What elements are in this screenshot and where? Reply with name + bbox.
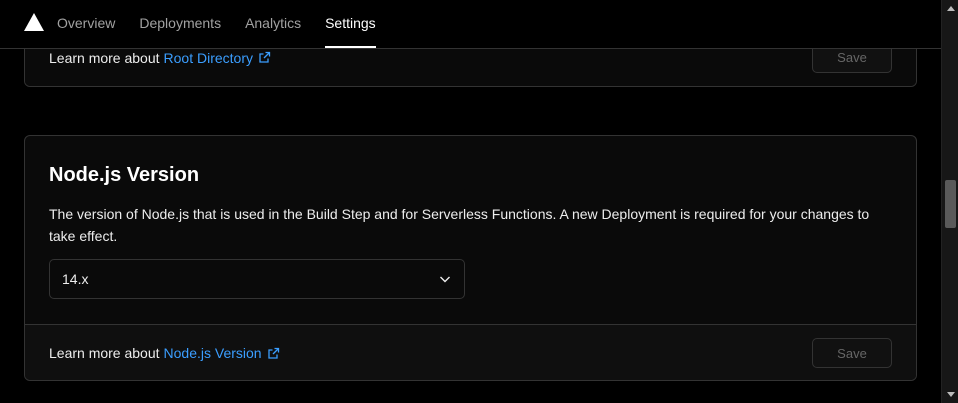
top-nav: Overview Deployments Analytics Settings xyxy=(0,0,941,49)
nav-tabs: Overview Deployments Analytics Settings xyxy=(45,0,388,48)
chevron-down-icon xyxy=(438,272,452,286)
node-version-link-label: Node.js Version xyxy=(163,345,262,361)
tab-overview[interactable]: Overview xyxy=(45,0,127,48)
scroll-down-arrow-icon[interactable] xyxy=(942,386,958,403)
learn-more-prefix: Learn more about xyxy=(49,49,160,66)
tab-settings[interactable]: Settings xyxy=(313,0,388,48)
triangle-logo-icon[interactable] xyxy=(24,13,44,31)
learn-more-text: Learn more about Node.js Version xyxy=(49,345,280,361)
node-version-title: Node.js Version xyxy=(49,164,200,186)
vertical-scrollbar[interactable] xyxy=(941,0,958,403)
external-link-icon xyxy=(258,51,271,64)
node-version-card-footer: Learn more about Node.js Version Save xyxy=(25,324,916,380)
scrollbar-thumb[interactable] xyxy=(945,180,956,228)
tab-deployments[interactable]: Deployments xyxy=(127,0,233,48)
settings-page: Overview Deployments Analytics Settings … xyxy=(0,0,941,403)
learn-more-text: Learn more about Root Directory xyxy=(49,50,271,66)
node-version-card-body: Node.js Version The version of Node.js t… xyxy=(25,136,916,324)
learn-more-prefix: Learn more about xyxy=(49,345,160,361)
external-link-icon xyxy=(267,347,280,360)
node-version-card: Node.js Version The version of Node.js t… xyxy=(24,135,917,381)
node-version-link[interactable]: Node.js Version xyxy=(164,345,280,361)
node-version-select-value: 14.x xyxy=(62,271,89,287)
scroll-up-arrow-icon[interactable] xyxy=(942,0,958,17)
root-directory-link[interactable]: Root Directory xyxy=(164,50,271,66)
root-directory-link-label: Root Directory xyxy=(163,49,253,66)
node-version-save-button[interactable]: Save xyxy=(812,338,892,368)
node-version-description: The version of Node.js that is used in t… xyxy=(49,206,870,244)
tab-analytics[interactable]: Analytics xyxy=(233,0,313,48)
node-version-select[interactable]: 14.x xyxy=(49,259,465,299)
